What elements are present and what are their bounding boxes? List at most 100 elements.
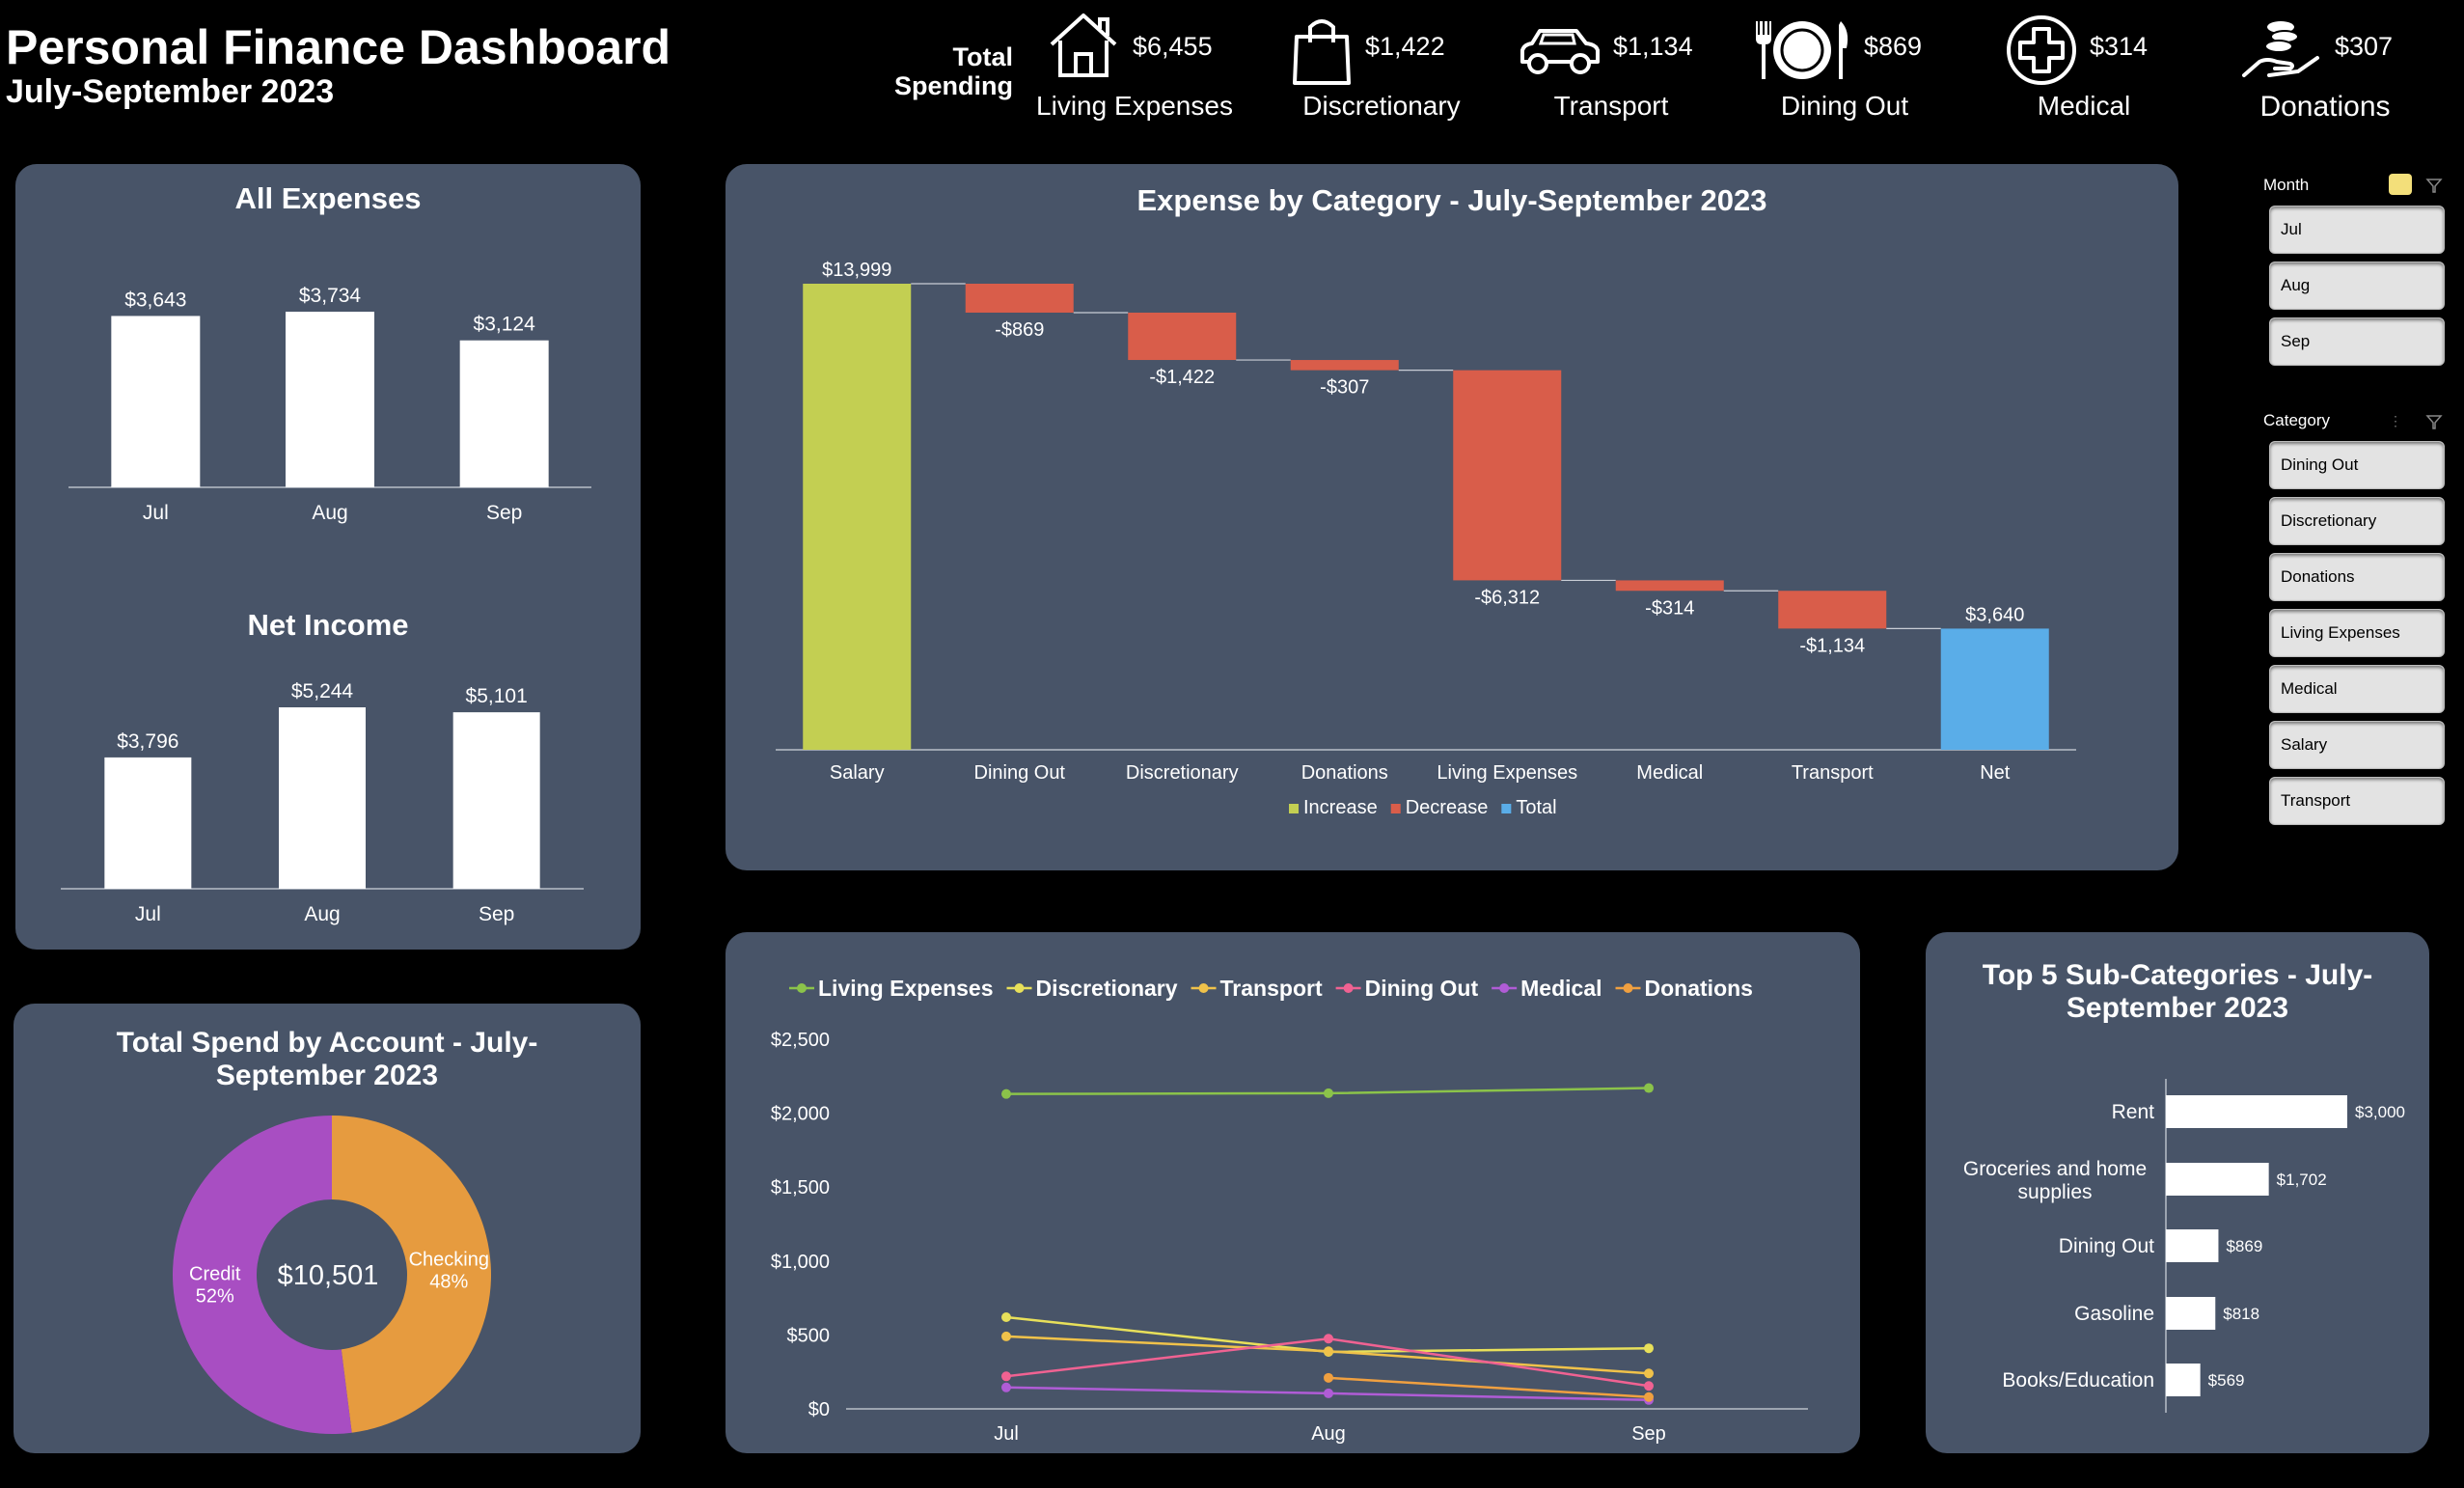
data-label: $3,643 bbox=[124, 289, 186, 311]
legend-label: Transport bbox=[1220, 976, 1323, 1001]
legend-item: Total bbox=[1501, 797, 1557, 818]
expenses-income-panel: All Expenses $3,643 Jul $3,734 Aug $3,124 Sep… bbox=[15, 164, 641, 950]
data-point bbox=[1001, 1382, 1011, 1392]
data-point bbox=[1001, 1371, 1011, 1382]
tick-label: Living Expenses bbox=[1437, 762, 1577, 784]
car-icon bbox=[1520, 29, 1600, 74]
legend-item: Donations bbox=[1615, 976, 1753, 1001]
bar bbox=[2166, 1229, 2219, 1262]
data-label: $5,244 bbox=[291, 680, 354, 703]
kpi-value: $307 bbox=[2335, 32, 2394, 61]
legend-item: Discretionary bbox=[1006, 976, 1178, 1001]
bar bbox=[2166, 1163, 2269, 1196]
multi-select-icon[interactable]: ⋮ bbox=[2389, 413, 2406, 430]
slicer-item-jul[interactable]: Jul bbox=[2269, 206, 2445, 254]
data-label: $3,796 bbox=[117, 730, 178, 753]
all-expenses-chart: $3,643 Jul $3,734 Aug $3,124 Sep bbox=[68, 285, 591, 524]
legend-marker bbox=[797, 983, 807, 993]
slicer-item-living-expenses[interactable]: Living Expenses bbox=[2269, 609, 2445, 657]
series-living-expenses bbox=[1001, 1083, 1654, 1099]
data-point bbox=[1324, 1334, 1333, 1344]
account-spend-panel: Total Spend by Account - July-September … bbox=[14, 1004, 641, 1453]
series-medical bbox=[1001, 1382, 1654, 1405]
shopping-bag-icon bbox=[1293, 19, 1351, 85]
slice-percent: 48% bbox=[429, 1271, 468, 1292]
kpi-label: Dining Out bbox=[1780, 91, 1909, 121]
slicer-item-transport[interactable]: Transport bbox=[2269, 777, 2445, 825]
data-point bbox=[1644, 1083, 1654, 1093]
top5-subcategories-panel: Top 5 Sub-Categories - July-September 20… bbox=[1926, 932, 2429, 1453]
tick-label: Jul bbox=[135, 903, 161, 925]
data-point bbox=[1644, 1343, 1654, 1354]
kpi-value: $314 bbox=[2090, 32, 2149, 61]
slice-label: Checking bbox=[409, 1249, 489, 1270]
data-point bbox=[1001, 1088, 1011, 1099]
bar bbox=[111, 316, 201, 487]
month-slicer-title: Month bbox=[2263, 176, 2310, 194]
legend-label: Increase bbox=[1303, 797, 1378, 818]
y-tick-label: $1,000 bbox=[771, 1252, 830, 1273]
waterfall-bar bbox=[1290, 360, 1399, 371]
data-label: $818 bbox=[2223, 1305, 2259, 1323]
data-point bbox=[1324, 1346, 1333, 1357]
data-label: $569 bbox=[2208, 1371, 2245, 1390]
legend-label: Medical bbox=[1520, 976, 1602, 1001]
legend-item: Increase bbox=[1289, 797, 1378, 818]
data-label: $869 bbox=[2226, 1237, 2262, 1255]
data-label: $3,734 bbox=[299, 285, 362, 307]
kpi-value: $6,455 bbox=[1133, 32, 1213, 61]
legend-marker bbox=[1623, 983, 1633, 993]
slicer-item-medical[interactable]: Medical bbox=[2269, 665, 2445, 713]
bar bbox=[2166, 1297, 2216, 1330]
legend-swatch bbox=[1501, 804, 1512, 813]
waterfall-bar bbox=[1940, 628, 2049, 750]
tick-label: Discretionary bbox=[1126, 762, 1239, 784]
data-point bbox=[1324, 1088, 1333, 1098]
slicer-item-discretionary[interactable]: Discretionary bbox=[2269, 497, 2445, 545]
data-label: $3,640 bbox=[1965, 604, 2024, 625]
waterfall-bar bbox=[803, 284, 912, 750]
data-point bbox=[1324, 1372, 1333, 1383]
waterfall-bar bbox=[965, 284, 1074, 313]
legend-marker bbox=[1499, 983, 1510, 993]
legend-marker bbox=[1343, 983, 1354, 993]
data-label: $13,999 bbox=[822, 260, 891, 281]
multi-select-icon[interactable] bbox=[2389, 174, 2412, 195]
legend-swatch bbox=[1289, 804, 1299, 813]
legend-marker bbox=[1014, 983, 1025, 993]
kpi-label: Discretionary bbox=[1302, 91, 1461, 121]
data-point bbox=[1001, 1312, 1011, 1323]
tick-label: Aug bbox=[304, 903, 340, 925]
category-trend-chart: $0 $500 $1,000 $1,500 $2,000 $2,500 Jul Aug Sep L… bbox=[771, 976, 1808, 1445]
data-point bbox=[1644, 1392, 1654, 1402]
bar bbox=[286, 312, 374, 487]
category-label: Books/Education bbox=[2002, 1369, 2154, 1392]
data-point bbox=[1644, 1368, 1654, 1379]
tick-label: Aug bbox=[312, 502, 347, 524]
data-label: -$307 bbox=[1320, 377, 1369, 399]
slicer-item-donations[interactable]: Donations bbox=[2269, 553, 2445, 601]
slicer-item-salary[interactable]: Salary bbox=[2269, 721, 2445, 769]
slicer-item-aug[interactable]: Aug bbox=[2269, 262, 2445, 310]
x-tick-label: Aug bbox=[1311, 1423, 1346, 1445]
tick-label: Salary bbox=[830, 762, 885, 784]
total-spending-label-line1: Total bbox=[952, 42, 1014, 71]
bar bbox=[459, 340, 549, 487]
account-donut-chart: Checking48% Credit52% $10,501 bbox=[172, 1116, 491, 1434]
net-income-chart: $3,796 Jul $5,244 Aug $5,101 Sep bbox=[61, 680, 584, 925]
legend-item: Living Expenses bbox=[789, 976, 994, 1001]
slicer-item-dining-out[interactable]: Dining Out bbox=[2269, 441, 2445, 489]
waterfall-bar bbox=[1615, 580, 1724, 592]
y-tick-label: $1,500 bbox=[771, 1177, 830, 1199]
clear-filter-icon[interactable] bbox=[2425, 177, 2443, 194]
data-label: $5,101 bbox=[466, 685, 528, 707]
category-label: Dining Out bbox=[2059, 1235, 2154, 1257]
kpi-label: Donations bbox=[2259, 91, 2391, 123]
donut-center-total: $10,501 bbox=[278, 1260, 379, 1291]
clear-filter-icon[interactable] bbox=[2425, 413, 2443, 430]
tick-label: Medical bbox=[1636, 762, 1703, 784]
slicer-item-sep[interactable]: Sep bbox=[2269, 317, 2445, 366]
legend-item: Transport bbox=[1191, 976, 1323, 1001]
legend-item: Dining Out bbox=[1335, 976, 1478, 1001]
kpi-label: Medical bbox=[2037, 91, 2131, 121]
